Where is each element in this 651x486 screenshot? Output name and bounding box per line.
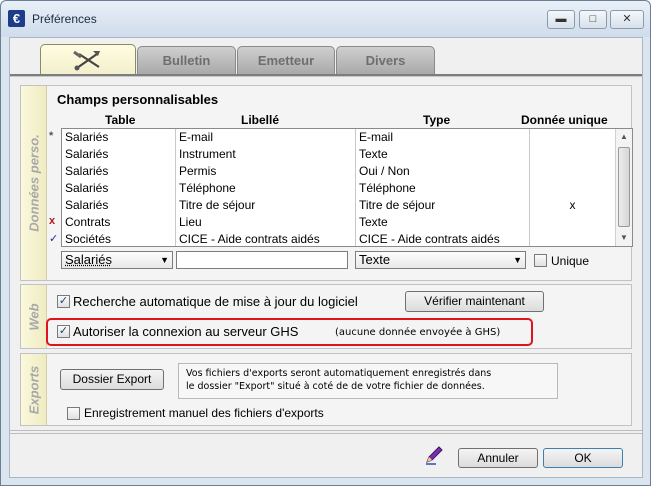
cell-type: Oui / Non	[356, 163, 530, 180]
table-scrollbar[interactable]: ▲ ▼	[615, 129, 632, 246]
cell-type: Téléphone	[356, 180, 530, 197]
window-title: Préférences	[32, 12, 97, 26]
table-row[interactable]: Salariés Instrument Texte	[62, 146, 616, 163]
euro-app-icon: €	[8, 10, 25, 27]
cell-libelle: E-mail	[176, 129, 356, 146]
cell-unique	[530, 163, 616, 180]
tab-divider-shadow	[10, 76, 642, 77]
donnees-perso-label: Données perso.	[26, 134, 41, 232]
verify-now-button[interactable]: Vérifier maintenant	[405, 291, 544, 312]
row-marker-icon: ✓	[49, 233, 59, 245]
column-header-libelle: Libellé	[241, 113, 280, 127]
close-button[interactable]: ✕	[610, 10, 644, 29]
web-label: Web	[26, 302, 41, 331]
table-row[interactable]: Salariés Permis Oui / Non	[62, 163, 616, 180]
cell-unique	[530, 129, 616, 146]
cell-type: Texte	[356, 146, 530, 163]
cell-unique	[530, 180, 616, 197]
tools-icon	[73, 50, 100, 71]
tab-divers[interactable]: Divers	[336, 46, 435, 74]
exports-label: Exports	[26, 365, 41, 414]
unique-label: Unique	[551, 254, 590, 268]
cell-libelle: Lieu	[176, 214, 356, 231]
table-row[interactable]: Sociétés CICE - Aide contrats aidés CICE -…	[62, 231, 616, 246]
cell-unique	[530, 214, 616, 231]
cell-table: Salariés	[62, 180, 176, 197]
cell-table: Contrats	[62, 214, 176, 231]
unique-checkbox[interactable]	[534, 254, 547, 267]
exports-sidebar: Exports	[21, 354, 47, 425]
scroll-down-icon[interactable]: ▼	[616, 230, 632, 246]
web-sidebar: Web	[21, 285, 47, 348]
maximize-icon: □	[589, 13, 597, 25]
manual-export-checkbox[interactable]	[67, 407, 80, 420]
chevron-down-icon: ▼	[160, 255, 169, 265]
cell-unique: x	[530, 197, 616, 214]
export-info-box: Vos fichiers d'exports seront automatiqu…	[178, 363, 558, 399]
preferences-window: € Préférences ▬ □ ✕ Bulletin Emetteur Di…	[0, 0, 651, 486]
table-row[interactable]: Salariés Titre de séjour Titre de séjour x	[62, 197, 616, 214]
close-icon: ✕	[622, 13, 632, 25]
tab-emetteur[interactable]: Emetteur	[237, 46, 335, 74]
section-title: Champs personnalisables	[57, 92, 219, 107]
scroll-thumb[interactable]	[618, 147, 630, 227]
scroll-up-icon[interactable]: ▲	[616, 129, 632, 145]
row-marker-icon: x	[49, 215, 56, 227]
cell-libelle: Instrument	[176, 146, 356, 163]
table-row[interactable]: Salariés E-mail E-mail	[62, 129, 616, 146]
maximize-button[interactable]: □	[579, 10, 607, 29]
cell-table: Salariés	[62, 129, 176, 146]
ok-button[interactable]: OK	[543, 448, 623, 468]
table-row[interactable]: Salariés Téléphone Téléphone	[62, 180, 616, 197]
footer-separator	[10, 430, 642, 431]
type-select-value: Texte	[359, 252, 391, 267]
cell-table: Salariés	[62, 163, 176, 180]
column-header-unique: Donnée unique	[521, 113, 608, 127]
cell-type: CICE - Aide contrats aidés	[356, 231, 530, 246]
export-folder-button[interactable]: Dossier Export	[60, 369, 164, 390]
tab-bulletin[interactable]: Bulletin	[137, 46, 236, 74]
column-header-table: Table	[105, 113, 136, 127]
tab-tools[interactable]	[40, 44, 136, 75]
cell-table: Salariés	[62, 146, 176, 163]
cell-table: Salariés	[62, 197, 176, 214]
manual-export-label: Enregistrement manuel des fichiers d'exp…	[84, 406, 324, 420]
table-select-value: Salariés	[65, 252, 112, 267]
custom-fields-table[interactable]: Salariés E-mail E-mail Salariés Instrument Te…	[61, 128, 633, 247]
cell-libelle: Téléphone	[176, 180, 356, 197]
cell-type: Titre de séjour	[356, 197, 530, 214]
title-bar[interactable]: € Préférences ▬ □ ✕	[1, 1, 650, 37]
cancel-button[interactable]: Annuler	[458, 448, 538, 468]
cell-table: Sociétés	[62, 231, 176, 246]
minimize-button[interactable]: ▬	[547, 10, 575, 29]
libelle-input[interactable]	[176, 251, 348, 269]
cell-unique	[530, 231, 616, 246]
chevron-down-icon: ▼	[513, 255, 522, 265]
column-header-type: Type	[423, 113, 451, 127]
export-info-line2: le dossier "Export" situé à coté de de v…	[186, 381, 485, 392]
cell-libelle: CICE - Aide contrats aidés	[176, 231, 356, 246]
dialog-client-area: Bulletin Emetteur Divers Données perso. …	[9, 37, 643, 478]
cell-type: E-mail	[356, 129, 530, 146]
auto-update-label: Recherche automatique de mise à jour du …	[73, 294, 358, 309]
cell-libelle: Permis	[176, 163, 356, 180]
donnees-perso-sidebar: Données perso.	[21, 86, 47, 280]
table-select[interactable]: Salariés ▼	[61, 251, 173, 269]
minimize-icon: ▬	[555, 13, 567, 25]
table-row[interactable]: Contrats Lieu Texte	[62, 214, 616, 231]
cell-type: Texte	[356, 214, 530, 231]
cell-libelle: Titre de séjour	[176, 197, 356, 214]
ghs-highlight-frame	[46, 318, 533, 346]
auto-update-checkbox[interactable]: ✓	[57, 295, 70, 308]
type-select[interactable]: Texte ▼	[355, 251, 526, 269]
donnees-perso-group: Données perso. Champs personnalisables T…	[20, 85, 633, 281]
row-marker-icon: *	[49, 130, 54, 142]
cell-unique	[530, 146, 616, 163]
footer-separator-2	[10, 433, 642, 434]
export-info-line1: Vos fichiers d'exports seront automatiqu…	[186, 368, 492, 379]
pen-icon[interactable]	[424, 445, 444, 465]
